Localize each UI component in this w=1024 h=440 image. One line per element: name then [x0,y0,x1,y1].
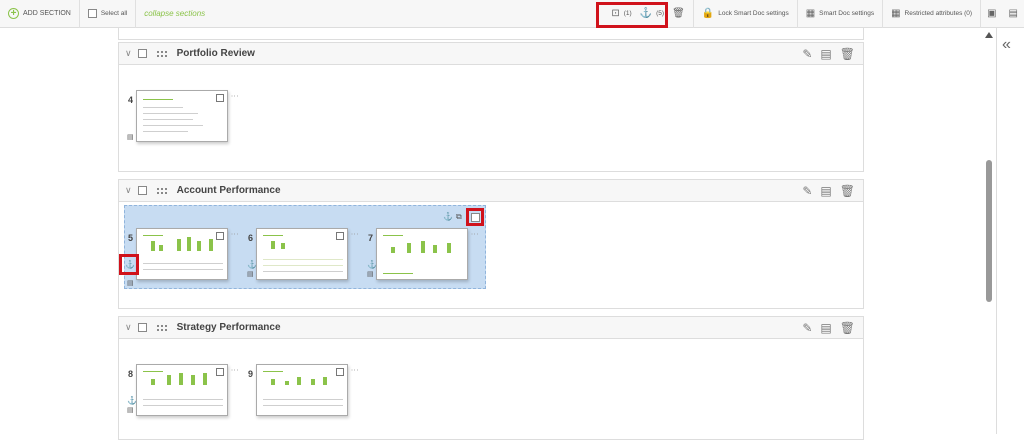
document-icon[interactable]: ▤ [820,47,831,61]
section-actions: ✎ ▤ 🗑 [802,47,855,61]
section-header: ∨ Account Performance [119,180,863,202]
preview-icon: ▣ [987,8,997,19]
chevron-down-icon[interactable]: ∨ [125,48,132,59]
lock-icon: 🔒 [701,8,715,19]
edit-icon[interactable]: ✎ [802,47,812,61]
section-remnant [118,28,864,40]
more-options-icon[interactable]: ⋮ [350,230,359,238]
thumbnail-checkbox[interactable] [336,232,344,240]
restricted-attributes-button[interactable]: ▦ Restricted attributes (0) [883,0,982,28]
document-icon: ▤ [247,271,254,278]
section-portfolio-review: ∨ Portfolio Review ✎ ▤ 🗑 [118,42,864,172]
anchor-icon[interactable]: ⚓ [247,260,257,269]
document-icon: ▤ [127,134,134,141]
document-icon[interactable]: ▤ [820,184,831,198]
more-options-icon[interactable]: ⋮ [230,366,239,374]
smart-doc-settings-button[interactable]: ▦ Smart Doc settings [798,0,884,28]
page-number: 7 [368,233,374,243]
select-all-checkbox[interactable] [87,9,97,18]
page-thumbnail[interactable] [256,228,348,280]
section-strategy-performance: ∨ Strategy Performance ✎ ▤ 🗑 [118,316,864,440]
section-header: ∨ Strategy Performance [119,317,863,339]
section-title: Portfolio Review [176,48,255,59]
section-title: Strategy Performance [176,322,281,333]
delete-button[interactable]: 🗑 [668,0,694,28]
lock-smart-doc-button[interactable]: 🔒 Lock Smart Doc settings [694,0,798,28]
more-options-icon[interactable]: ⋮ [350,366,359,374]
page-thumbnail[interactable] [136,364,228,416]
trash-icon: 🗑 [672,8,685,19]
section-checkbox[interactable] [137,323,147,332]
collapse-sections-label: collapse sections [144,9,206,18]
page-number: 5 [128,233,134,243]
trash-icon[interactable]: 🗑 [840,47,855,61]
edit-icon[interactable]: ✎ [802,184,812,198]
select-all-control[interactable]: Select all [80,0,137,28]
toolbar: + ADD SECTION Select all collapse sectio… [0,0,1024,28]
section-header: ∨ Portfolio Review [119,43,863,65]
highlight-box [596,2,668,28]
page-number: 9 [248,369,254,379]
group-checkbox[interactable] [471,213,480,222]
page-thumbnail[interactable] [136,228,228,280]
side-panel: « [996,28,1024,434]
scroll-up-arrow[interactable] [985,32,993,38]
page-number: 8 [128,369,134,379]
section-checkbox[interactable] [137,49,147,58]
more-options-icon[interactable]: ⋮ [230,92,239,100]
document-icon[interactable]: ▤ [820,321,831,335]
grid-icon: ▦ [891,8,901,19]
page-number: 6 [248,233,254,243]
scrollbar[interactable] [984,28,994,434]
chevron-down-icon[interactable]: ∨ [125,185,132,196]
thumbnail-checkbox[interactable] [216,94,224,102]
collapse-sections-link[interactable]: collapse sections [136,0,213,28]
anchor-icon[interactable]: ⚓ [125,260,135,269]
section-actions: ✎ ▤ 🗑 [802,321,855,335]
document-icon: ▤ [1008,8,1018,19]
select-all-label: Select all [100,10,128,17]
page-number: 4 [128,95,134,105]
document-icon: ▤ [127,407,134,414]
scroll-thumb[interactable] [986,160,992,302]
chevron-double-left-icon[interactable]: « [1002,36,1011,54]
add-section-button[interactable]: + ADD SECTION [0,0,80,28]
thumbnail-checkbox[interactable] [336,368,344,376]
add-circle-icon: + [8,8,19,19]
page-thumbnail[interactable] [256,364,348,416]
thumbnail-checkbox[interactable] [216,232,224,240]
more-options-icon[interactable]: ⋮ [470,230,479,238]
trash-icon[interactable]: 🗑 [840,321,855,335]
drag-handle-icon[interactable] [156,50,167,57]
anchor-icon[interactable]: ⚓ [367,260,377,269]
drag-handle-icon[interactable] [156,187,167,194]
document-icon: ▤ [127,280,134,287]
thumbnail-checkbox[interactable] [216,368,224,376]
drag-handle-icon[interactable] [156,324,167,331]
page-thumbnail[interactable] [376,228,468,280]
page-thumbnail[interactable] [136,90,228,142]
anchor-icon[interactable]: ⚓ [443,212,453,221]
trash-icon[interactable]: 🗑 [840,184,855,198]
document-button[interactable]: ▤ [1003,0,1024,28]
section-checkbox[interactable] [137,186,147,195]
chevron-down-icon[interactable]: ∨ [125,322,132,333]
grid-icon: ▦ [805,8,816,19]
anchor-icon[interactable]: ⚓ [127,396,137,405]
preview-button[interactable]: ▣ [981,0,1002,28]
section-title: Account Performance [176,185,281,196]
section-actions: ✎ ▤ 🗑 [802,184,855,198]
copy-icon[interactable]: ⧉ [456,212,462,222]
add-section-label: ADD SECTION [23,10,71,17]
more-options-icon[interactable]: ⋮ [230,230,239,238]
document-icon: ▤ [367,271,374,278]
edit-icon[interactable]: ✎ [802,321,812,335]
